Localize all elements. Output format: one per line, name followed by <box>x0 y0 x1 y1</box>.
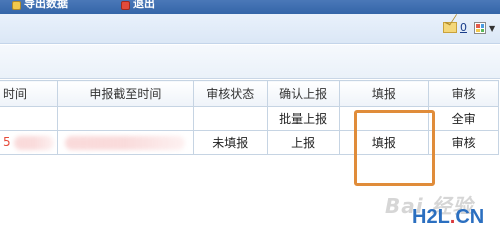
exit-button[interactable]: 退出 <box>121 0 155 10</box>
cell-status: 未填报 <box>192 130 268 155</box>
time-value: 5 <box>3 135 11 150</box>
filter-band <box>0 45 500 79</box>
batch-submit-link[interactable]: 批量上报 <box>266 106 340 131</box>
status-bar <box>0 14 500 44</box>
mail-icon[interactable] <box>443 22 457 33</box>
exit-icon <box>121 0 130 10</box>
cell-deadline <box>56 130 194 155</box>
column-header-time: 时间 <box>0 80 58 107</box>
highlight-box <box>354 110 435 186</box>
column-header-confirm: 确认上报 <box>266 80 340 107</box>
document-icon <box>12 0 21 10</box>
top-toolbar: 导出数据 退出 <box>0 0 500 14</box>
exit-button-label: 退出 <box>133 0 155 10</box>
column-header-review-status: 审核状态 <box>192 80 268 107</box>
export-button[interactable]: 导出数据 <box>12 0 68 10</box>
review-link[interactable]: 审核 <box>428 130 499 155</box>
redacted-time <box>14 135 55 150</box>
cell-status <box>192 106 268 131</box>
column-header-deadline: 申报截至时间 <box>56 80 194 107</box>
cell-deadline <box>56 106 194 131</box>
h2l-watermark: H2L.CN <box>412 206 485 228</box>
apps-grid-icon[interactable] <box>474 22 486 34</box>
column-header-fill: 填报 <box>338 80 430 107</box>
submit-link[interactable]: 上报 <box>266 130 340 155</box>
column-header-review: 审核 <box>428 80 499 107</box>
approve-all-link[interactable]: 全审 <box>428 106 499 131</box>
redacted-deadline <box>65 135 186 150</box>
export-button-label: 导出数据 <box>24 0 68 10</box>
screen: 导出数据 退出 0 ▼ 时间 申报截至时间 审核状态 确认上报 填报 审核 批量… <box>0 0 500 242</box>
cell-time: 5 <box>0 130 58 155</box>
chevron-down-icon[interactable]: ▼ <box>489 24 495 33</box>
mail-count[interactable]: 0 <box>460 21 467 34</box>
cell-time <box>0 106 58 131</box>
table-header-row: 时间 申报截至时间 审核状态 确认上报 填报 审核 <box>0 80 499 107</box>
